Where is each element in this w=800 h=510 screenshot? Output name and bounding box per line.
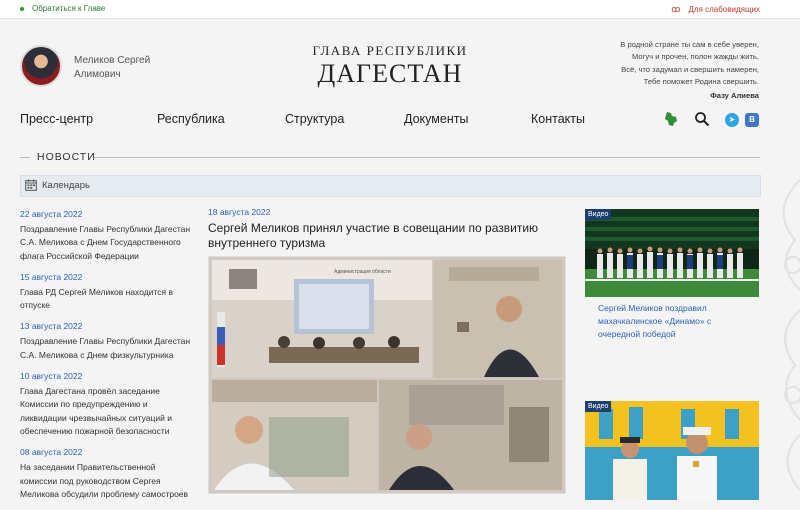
news-text[interactable]: Поздравление Главы Республики Дагестан С… xyxy=(20,335,192,362)
poem-line: Могуч и прочен, полон жажды жить, xyxy=(631,52,759,62)
news-section-header: НОВОСТИ xyxy=(20,150,760,166)
site-header: Меликов Сергей Алимович ГЛАВА РЕСПУБЛИКИ… xyxy=(0,19,800,101)
site-title-main: ДАГЕСТАН xyxy=(317,59,463,88)
video-badge: Видео xyxy=(585,401,612,412)
news-date: 13 августа 2022 xyxy=(20,321,83,332)
appeal-link[interactable]: Обратиться к Главе xyxy=(20,4,105,13)
news-text[interactable]: На заседании Правительственной комиссии … xyxy=(20,461,192,501)
news-list: 22 августа 2022 Поздравление Главы Респу… xyxy=(20,209,192,510)
news-list-item[interactable]: 15 августа 2022 Глава РД Сергей Меликов … xyxy=(20,272,192,313)
nav-republic[interactable]: Республика xyxy=(157,112,225,126)
video-conference-photo: Администрация области xyxy=(209,257,565,493)
dagestan-map-icon[interactable] xyxy=(664,111,678,127)
news-date: 10 августа 2022 xyxy=(20,371,83,382)
poem-line: Всё, что задумал и свершить намерен, xyxy=(621,64,759,74)
site-title-sub: ГЛАВА РЕСПУБЛИКИ xyxy=(312,43,468,58)
award-ceremony-photo xyxy=(585,401,759,500)
nav-contacts[interactable]: Контакты xyxy=(531,112,585,126)
poem-quote: В родной стране ты сам в себе уверен, Мо… xyxy=(549,39,759,102)
main-article-date: 18 августа 2022 xyxy=(208,207,271,217)
poem-author: Фазу Алиева xyxy=(710,91,759,101)
side-video-caption[interactable]: Сергей Меликов поздравил махачкалинское … xyxy=(585,302,759,341)
appeal-label: Обратиться к Главе xyxy=(32,4,106,13)
side-video-card[interactable]: Видео xyxy=(585,401,759,500)
news-text[interactable]: Глава РД Сергей Меликов находится в отпу… xyxy=(20,286,192,313)
nav-icons: ➤ В xyxy=(664,111,760,131)
side-video-thumbnail[interactable]: Видео xyxy=(585,401,759,500)
green-dot-icon xyxy=(20,6,24,11)
poem-line: В родной стране ты сам в себе уверен, xyxy=(620,40,759,49)
nav-press-center[interactable]: Пресс-центр xyxy=(20,112,93,126)
leader-avatar[interactable] xyxy=(20,45,62,87)
video-badge: Видео xyxy=(585,209,612,220)
news-date: 15 августа 2022 xyxy=(20,271,83,282)
visually-impaired-link[interactable]: ꝏ Для слабовидящих xyxy=(671,4,760,15)
main-article-title[interactable]: Сергей Меликов принял участие в совещани… xyxy=(208,221,563,251)
nav-documents[interactable]: Документы xyxy=(404,112,468,126)
telegram-icon[interactable]: ➤ xyxy=(725,113,739,127)
side-video-card[interactable]: Видео xyxy=(585,209,759,341)
poem-line: Тебе поможет Родина свершить. xyxy=(643,76,759,86)
nav-structure[interactable]: Структура xyxy=(285,112,344,126)
glasses-icon: ꝏ xyxy=(671,4,681,14)
main-nav: Пресс-центр Республика Структура Докумен… xyxy=(0,103,800,137)
calendar-icon xyxy=(25,179,37,191)
news-date: 08 августа 2022 xyxy=(20,447,83,458)
news-text[interactable]: Глава Дагестана провёл заседание Комисси… xyxy=(20,385,192,438)
search-icon[interactable] xyxy=(694,111,710,127)
news-section-title: НОВОСТИ xyxy=(37,151,96,163)
news-list-item[interactable]: 08 августа 2022 На заседании Правительст… xyxy=(20,447,192,501)
football-team-photo xyxy=(585,209,759,297)
decorative-ornament xyxy=(782,179,800,491)
news-list-item[interactable]: 13 августа 2022 Поздравление Главы Респу… xyxy=(20,321,192,362)
main-article-photo[interactable]: Администрация области xyxy=(208,256,566,494)
news-list-item[interactable]: 22 августа 2022 Поздравление Главы Респу… xyxy=(20,209,192,263)
vk-icon[interactable]: В xyxy=(745,113,759,127)
divider xyxy=(94,157,760,158)
side-video-thumbnail[interactable]: Видео xyxy=(585,209,759,297)
top-bar: Обратиться к Главе ꝏ Для слабовидящих xyxy=(0,0,800,19)
impaired-label: Для слабовидящих xyxy=(688,5,760,14)
news-date: 22 августа 2022 xyxy=(20,209,83,219)
photo-sign-text: Администрация области xyxy=(334,269,391,275)
calendar-label: Календарь xyxy=(42,180,90,191)
leader-name[interactable]: Меликов Сергей Алимович xyxy=(74,54,164,82)
news-text[interactable]: Поздравление Главы Республики Дагестан С… xyxy=(20,223,192,263)
site-logo[interactable]: ГЛАВА РЕСПУБЛИКИ ДАГЕСТАН xyxy=(300,43,480,89)
news-list-item[interactable]: 10 августа 2022 Глава Дагестана провёл з… xyxy=(20,371,192,438)
calendar-bar[interactable]: Календарь xyxy=(20,175,761,197)
divider xyxy=(20,157,30,158)
